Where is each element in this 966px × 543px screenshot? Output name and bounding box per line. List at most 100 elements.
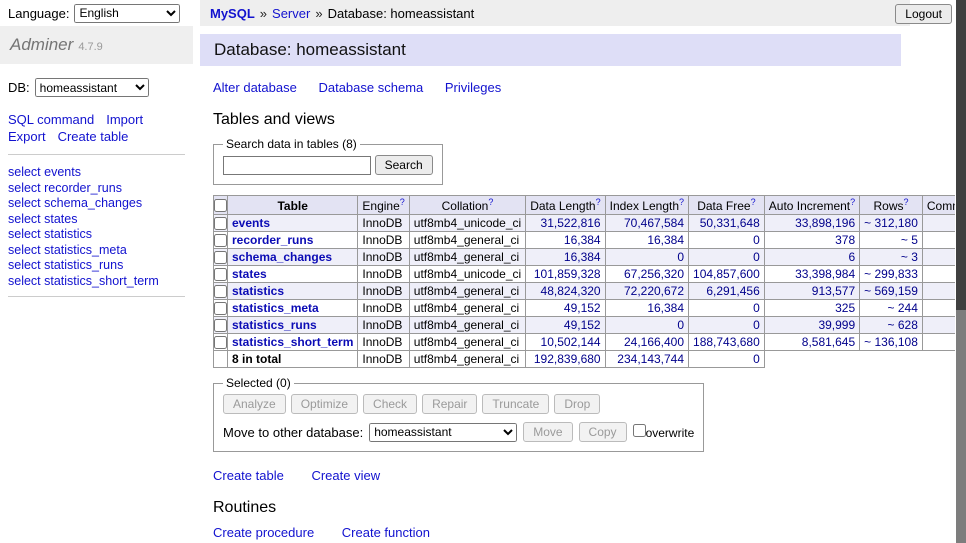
alter-database-link[interactable]: Alter database xyxy=(213,80,297,95)
table-name-link[interactable]: statistics_short_term xyxy=(232,335,353,349)
help-icon: ? xyxy=(679,197,684,207)
move-row: Move to other database: homeassistant Mo… xyxy=(223,422,694,442)
check-button[interactable]: Check xyxy=(363,394,417,414)
logout-button[interactable]: Logout xyxy=(895,4,952,24)
privileges-link[interactable]: Privileges xyxy=(445,80,501,95)
sidebar-select-link[interactable]: select states xyxy=(8,212,185,228)
help-icon: ? xyxy=(751,197,756,207)
overwrite-checkbox[interactable] xyxy=(633,424,646,437)
tables-table: Table Engine? Collation? Data Length? In… xyxy=(213,195,955,368)
column-header-table[interactable]: Table xyxy=(228,196,358,215)
language-label: Language: xyxy=(8,6,69,21)
row-select-checkbox[interactable] xyxy=(214,251,227,264)
help-icon: ? xyxy=(596,197,601,207)
column-header-data-length[interactable]: Data Length? xyxy=(526,196,605,215)
create-table-link-main[interactable]: Create table xyxy=(213,468,284,483)
copy-button[interactable]: Copy xyxy=(579,422,627,442)
comment-cell xyxy=(922,300,955,317)
column-header-index-length[interactable]: Index Length? xyxy=(605,196,688,215)
auto-increment-cell: 8,581,645 xyxy=(764,334,859,351)
row-select-checkbox[interactable] xyxy=(214,234,227,247)
row-select-checkbox[interactable] xyxy=(214,268,227,281)
optimize-button[interactable]: Optimize xyxy=(291,394,358,414)
auto-increment-cell: 6 xyxy=(764,249,859,266)
table-name-link[interactable]: statistics xyxy=(232,284,284,298)
column-header-comment[interactable]: Comment? xyxy=(922,196,955,215)
truncate-button[interactable]: Truncate xyxy=(482,394,549,414)
sidebar-select-link[interactable]: select statistics_runs xyxy=(8,258,185,274)
vertical-scrollbar[interactable] xyxy=(956,0,966,543)
breadcrumb-mysql-link[interactable]: MySQL xyxy=(210,6,255,21)
table-name-link[interactable]: events xyxy=(232,216,270,230)
table-name-link[interactable]: states xyxy=(232,267,267,281)
row-select-checkbox[interactable] xyxy=(214,285,227,298)
sidebar-select-link[interactable]: select recorder_runs xyxy=(8,181,185,197)
sidebar-select-link[interactable]: select statistics_short_term xyxy=(8,274,185,290)
data-length-cell: 10,502,144 xyxy=(526,334,605,351)
table-name-link[interactable]: recorder_runs xyxy=(232,233,313,247)
brand: Adminer4.7.9 xyxy=(0,26,193,64)
analyze-button[interactable]: Analyze xyxy=(223,394,286,414)
comment-cell xyxy=(922,283,955,300)
move-database-select[interactable]: homeassistant xyxy=(369,423,517,442)
import-link[interactable]: Import xyxy=(106,112,143,127)
create-view-link[interactable]: Create view xyxy=(311,468,380,483)
rows-count-link[interactable]: ~ 5 xyxy=(901,233,918,247)
column-header-data-free[interactable]: Data Free? xyxy=(689,196,765,215)
rows-count-link[interactable]: ~ 3 xyxy=(901,250,918,264)
rows-count-link[interactable]: ~ 569,159 xyxy=(864,284,918,298)
create-table-link[interactable]: Create table xyxy=(58,129,129,144)
index-length-cell: 24,166,400 xyxy=(605,334,688,351)
search-button[interactable]: Search xyxy=(375,155,433,175)
create-procedure-link[interactable]: Create procedure xyxy=(213,525,314,540)
data-free-cell: 0 xyxy=(689,232,765,249)
drop-button[interactable]: Drop xyxy=(554,394,600,414)
row-select-checkbox[interactable] xyxy=(214,217,227,230)
auto-increment-cell: 33,398,984 xyxy=(764,266,859,283)
data-length-cell: 16,384 xyxy=(526,232,605,249)
engine-cell: InnoDB xyxy=(358,249,409,266)
help-icon: ? xyxy=(488,197,493,207)
rows-count-link[interactable]: ~ 136,108 xyxy=(864,335,918,349)
breadcrumb-current: Database: homeassistant xyxy=(328,6,475,21)
sidebar-select-link[interactable]: select schema_changes xyxy=(8,196,185,212)
search-input[interactable] xyxy=(223,156,371,175)
column-header-collation[interactable]: Collation? xyxy=(409,196,525,215)
table-name-link[interactable]: schema_changes xyxy=(232,250,332,264)
rows-count-link[interactable]: ~ 299,833 xyxy=(864,267,918,281)
sql-command-link[interactable]: SQL command xyxy=(8,112,94,127)
table-name-link[interactable]: statistics_meta xyxy=(232,301,319,315)
sidebar-select-link[interactable]: select statistics xyxy=(8,227,185,243)
total-index-length-cell: 234,143,744 xyxy=(605,351,688,368)
repair-button[interactable]: Repair xyxy=(422,394,477,414)
export-link[interactable]: Export xyxy=(8,129,46,144)
table-name-link[interactable]: statistics_runs xyxy=(232,318,317,332)
sidebar-select-link[interactable]: select events xyxy=(8,165,185,181)
row-select-checkbox[interactable] xyxy=(214,319,227,332)
column-header-auto-increment[interactable]: Auto Increment? xyxy=(764,196,859,215)
comment-cell xyxy=(922,266,955,283)
database-schema-link[interactable]: Database schema xyxy=(318,80,423,95)
column-header-rows[interactable]: Rows? xyxy=(860,196,923,215)
select-all-checkbox[interactable] xyxy=(214,199,227,212)
column-header-engine[interactable]: Engine? xyxy=(358,196,409,215)
brand-name: Adminer xyxy=(10,35,73,54)
rows-count-link[interactable]: ~ 312,180 xyxy=(864,216,918,230)
data-length-cell: 16,384 xyxy=(526,249,605,266)
scrollbar-thumb[interactable] xyxy=(956,0,966,310)
row-select-checkbox[interactable] xyxy=(214,336,227,349)
data-length-cell: 49,152 xyxy=(526,300,605,317)
sidebar-select-link[interactable]: select statistics_meta xyxy=(8,243,185,259)
move-button[interactable]: Move xyxy=(523,422,572,442)
db-select[interactable]: homeassistant xyxy=(35,78,149,97)
language-select[interactable]: English xyxy=(74,4,180,23)
row-select-checkbox[interactable] xyxy=(214,302,227,315)
rows-count-link[interactable]: ~ 244 xyxy=(888,301,918,315)
breadcrumb-server-link[interactable]: Server xyxy=(272,6,310,21)
collation-cell: utf8mb4_general_ci xyxy=(409,283,525,300)
collation-cell: utf8mb4_unicode_ci xyxy=(409,266,525,283)
rows-count-link[interactable]: ~ 628 xyxy=(888,318,918,332)
table-row: statesInnoDButf8mb4_unicode_ci101,859,32… xyxy=(214,266,956,283)
db-label: DB: xyxy=(8,80,30,95)
create-function-link[interactable]: Create function xyxy=(342,525,430,540)
